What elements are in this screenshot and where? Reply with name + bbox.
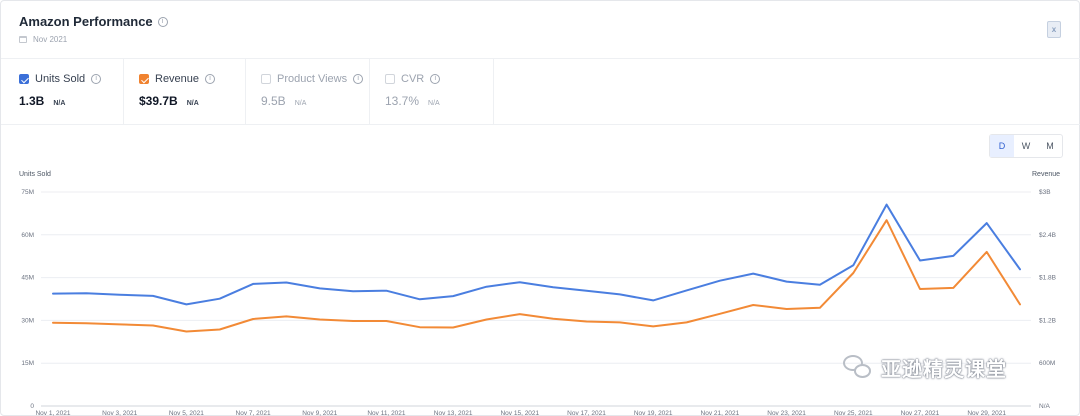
x-tick-label: Nov 5, 2021: [169, 410, 204, 416]
y-tick-label: 30M: [21, 317, 34, 324]
x-tick-label: Nov 13, 2021: [434, 410, 473, 416]
series-line-revenue: [52, 219, 1021, 333]
y-tick-label: 0: [30, 403, 34, 410]
y-tick-label: 60M: [21, 232, 34, 239]
x-tick-label: Nov 1, 2021: [35, 410, 70, 416]
watermark-text: 亚逊精灵课堂: [881, 357, 1007, 381]
y-tick-label: 15M: [21, 360, 34, 367]
x-tick-label: Nov 29, 2021: [967, 410, 1006, 416]
x-tick-label: Nov 9, 2021: [302, 410, 337, 416]
y2-tick-label: $1.8B: [1039, 275, 1056, 282]
x-tick-label: Nov 27, 2021: [901, 410, 940, 416]
x-tick-label: Nov 15, 2021: [500, 410, 539, 416]
y2-tick-label: $1.2B: [1039, 317, 1056, 324]
watermark: 亚逊精灵课堂: [843, 353, 1007, 382]
x-tick-label: Nov 19, 2021: [634, 410, 673, 416]
series-line-units-sold: [52, 203, 1021, 306]
y2-tick-label: N/A: [1039, 403, 1051, 410]
y-tick-label: 45M: [21, 275, 34, 282]
y2-tick-label: $3B: [1039, 189, 1051, 196]
performance-card: Amazon Performance i Nov 2021 x Units So…: [0, 0, 1080, 416]
x-tick-label: Nov 11, 2021: [367, 410, 406, 416]
y2-tick-label: 600M: [1039, 360, 1055, 367]
x-tick-label: Nov 3, 2021: [102, 410, 137, 416]
y2-tick-label: $2.4B: [1039, 232, 1056, 239]
x-tick-label: Nov 7, 2021: [236, 410, 271, 416]
y-tick-label: 75M: [21, 189, 34, 196]
x-tick-label: Nov 25, 2021: [834, 410, 873, 416]
x-tick-label: Nov 21, 2021: [701, 410, 740, 416]
x-tick-label: Nov 17, 2021: [567, 410, 606, 416]
x-tick-label: Nov 23, 2021: [767, 410, 806, 416]
wechat-logo-icon: [843, 354, 873, 381]
